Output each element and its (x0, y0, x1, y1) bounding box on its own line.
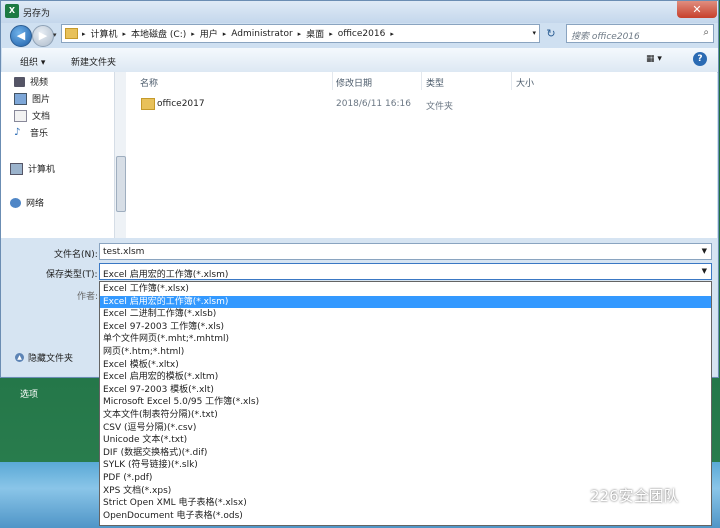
breadcrumb-item[interactable]: Administrator (231, 29, 292, 39)
column-header-size[interactable]: 大小 (516, 76, 534, 89)
column-header-type[interactable]: 类型 (426, 76, 444, 89)
chevron-down-icon[interactable]: ▼ (702, 247, 707, 255)
command-toolbar: 组织 ▾ 新建文件夹 ▦ ▾ ? (2, 48, 718, 73)
filetype-label: 保存类型(T): (46, 270, 98, 280)
breadcrumb-separator-icon[interactable]: ▸ (82, 30, 86, 38)
breadcrumb-item[interactable]: 计算机 (91, 27, 118, 40)
filetype-option[interactable]: 文本文件(制表符分隔)(*.txt) (100, 409, 711, 422)
filetype-option[interactable]: Excel 97-2003 工作簿(*.xls) (100, 321, 711, 334)
filetype-option[interactable]: Excel 启用宏的模板(*.xltm) (100, 371, 711, 384)
video-icon (14, 76, 25, 87)
wechat-logo-icon (562, 488, 584, 503)
filetype-option[interactable]: Excel 二进制工作簿(*.xlsb) (100, 308, 711, 321)
new-folder-button[interactable]: 新建文件夹 (71, 55, 116, 68)
scrollbar-thumb[interactable] (116, 156, 126, 212)
folder-icon (141, 98, 155, 110)
sidebar-item-documents[interactable]: 文档 (14, 109, 50, 122)
filetype-option[interactable]: Microsoft Excel 5.0/95 工作簿(*.xls) (100, 396, 711, 409)
navigation-scrollbar[interactable] (114, 72, 126, 238)
sidebar-item-music[interactable]: ♪ 音乐 (14, 126, 48, 139)
watermark-text: 226安全团队 (590, 487, 679, 505)
filetype-value: Excel 启用宏的工作簿(*.xlsm) (103, 270, 229, 280)
address-bar[interactable]: ▸ 计算机 ▸ 本地磁盘 (C:) ▸ 用户 ▸ Administrator ▸ 桌面 ▸ offi… (61, 24, 540, 43)
filetype-option[interactable]: DIF (数据交换格式)(*.dif) (100, 447, 711, 460)
column-divider[interactable] (332, 72, 333, 90)
help-icon[interactable]: ? (693, 52, 707, 66)
filename-label: 文件名(N): (54, 250, 98, 260)
breadcrumb-separator-icon[interactable]: ▸ (191, 30, 195, 38)
sidebar-item-network[interactable]: 网络 (10, 196, 44, 209)
breadcrumb-item[interactable]: 本地磁盘 (C:) (131, 27, 186, 40)
sidebar-item-pictures[interactable]: 图片 (14, 92, 50, 105)
title-bar[interactable]: X 另存为 ✕ (1, 1, 718, 23)
change-view-button[interactable]: ▦ ▾ (646, 54, 662, 64)
author-label: 作者: (77, 292, 99, 302)
filetype-option[interactable]: 单个文件网页(*.mht;*.mhtml) (100, 333, 711, 346)
sidebar-item-computer[interactable]: 计算机 (10, 162, 55, 175)
breadcrumb-separator-icon[interactable]: ▸ (298, 30, 302, 38)
search-icon[interactable]: ⌕ (703, 27, 709, 38)
sidebar-item-label: 文档 (32, 112, 51, 122)
navigation-pane: 视频 图片 文档 ♪ 音乐 计算机 网络 (1, 72, 125, 238)
breadcrumb-item[interactable]: office2016 (338, 29, 386, 39)
watermark: 226安全团队 (562, 485, 679, 506)
column-divider[interactable] (511, 72, 512, 90)
back-button[interactable]: ◀ (10, 25, 32, 47)
filetype-option[interactable]: Unicode 文本(*.txt) (100, 434, 711, 447)
documents-icon (14, 109, 27, 122)
chevron-up-icon: ▲ (15, 353, 24, 362)
computer-icon (10, 162, 23, 175)
filetype-option[interactable]: Excel 97-2003 模板(*.xlt) (100, 384, 711, 397)
sidebar-item-videos[interactable]: 视频 (14, 75, 48, 88)
filetype-option[interactable]: CSV (逗号分隔)(*.csv) (100, 422, 711, 435)
sidebar-item-label: 音乐 (30, 129, 49, 139)
breadcrumb-separator-icon[interactable]: ▸ (390, 30, 394, 38)
hide-folders-toggle[interactable]: ▲ 隐藏文件夹 (15, 351, 73, 364)
file-modified: 2018/6/11 16:16 (336, 99, 411, 109)
file-list-pane (126, 72, 717, 238)
address-dropdown-icon[interactable]: ▾ (532, 29, 536, 37)
column-header-name[interactable]: 名称 (140, 76, 158, 89)
breadcrumb-separator-icon[interactable]: ▸ (123, 30, 127, 38)
forward-button[interactable]: ▶ (32, 25, 54, 47)
breadcrumb-separator-icon[interactable]: ▸ (223, 30, 227, 38)
column-divider[interactable] (421, 72, 422, 90)
excel-options-link[interactable]: 选项 (20, 387, 38, 400)
excel-app-icon: X (5, 4, 19, 18)
sidebar-item-label: 图片 (32, 95, 51, 105)
sidebar-item-label: 计算机 (28, 165, 56, 175)
breadcrumb-item[interactable]: 用户 (200, 27, 218, 40)
dialog-title: 另存为 (23, 9, 51, 19)
sidebar-item-label: 网络 (26, 199, 45, 209)
column-header-modified[interactable]: 修改日期 (336, 76, 372, 89)
filetype-option[interactable]: Excel 启用宏的工作簿(*.xlsm) (100, 295, 711, 309)
filetype-option[interactable]: Excel 工作簿(*.xlsx) (100, 283, 711, 296)
organize-button[interactable]: 组织 ▾ (20, 55, 45, 68)
sidebar-item-label: 视频 (30, 78, 49, 88)
folder-icon (65, 28, 78, 39)
filetype-option[interactable]: OpenDocument 电子表格(*.ods) (100, 510, 711, 523)
music-icon: ♪ (14, 126, 21, 138)
file-name[interactable]: office2017 (157, 99, 205, 109)
pictures-icon (14, 92, 27, 105)
hide-folders-label: 隐藏文件夹 (28, 354, 74, 364)
network-icon (10, 197, 21, 208)
recent-locations-dropdown[interactable]: ▾ (53, 31, 57, 39)
search-placeholder: 搜索 office2016 (571, 32, 640, 42)
filetype-option[interactable]: PDF (*.pdf) (100, 472, 711, 485)
chevron-down-icon[interactable]: ▼ (702, 267, 707, 275)
breadcrumb-item[interactable]: 桌面 (306, 27, 324, 40)
search-input[interactable]: 搜索 office2016 ⌕ (566, 24, 714, 43)
filetype-option[interactable]: 网页(*.htm;*.html) (100, 346, 711, 359)
refresh-button[interactable]: ↻ (542, 24, 560, 43)
filename-input[interactable]: test.xlsm ▼ (99, 243, 712, 260)
filetype-select[interactable]: Excel 启用宏的工作簿(*.xlsm) ▼ (99, 263, 712, 280)
filetype-option[interactable]: Excel 模板(*.xltx) (100, 359, 711, 372)
breadcrumb-separator-icon[interactable]: ▸ (329, 30, 333, 38)
filename-value: test.xlsm (103, 247, 145, 257)
close-button[interactable]: ✕ (677, 1, 717, 18)
filetype-option[interactable]: SYLK (符号链接)(*.slk) (100, 459, 711, 472)
file-type: 文件夹 (426, 102, 454, 112)
